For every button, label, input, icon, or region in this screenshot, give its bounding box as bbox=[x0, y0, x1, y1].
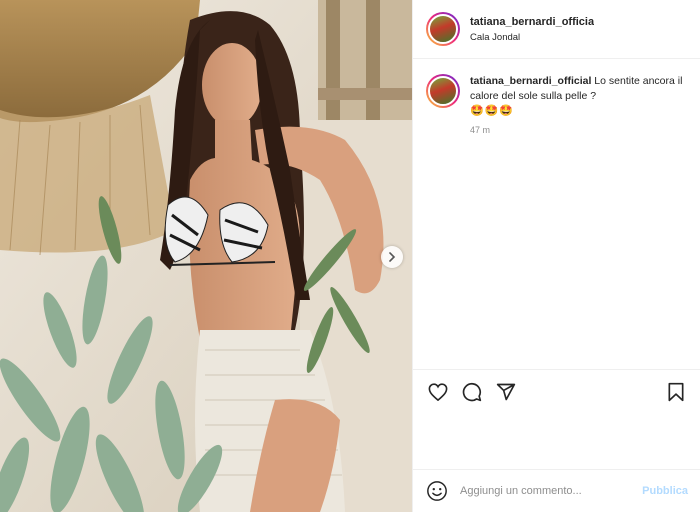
paper-plane-icon bbox=[496, 383, 516, 400]
instagram-post: tatiana_bernardi_official Cala Jondal ta… bbox=[0, 0, 700, 512]
action-bar bbox=[413, 369, 700, 413]
post-timestamp[interactable]: 47 m bbox=[470, 125, 687, 135]
post-photo[interactable] bbox=[0, 0, 412, 512]
caption-avatar[interactable] bbox=[426, 74, 460, 108]
like-button[interactable] bbox=[427, 381, 449, 403]
caption-username[interactable]: tatiana_bernardi_official bbox=[470, 75, 591, 87]
comment-icon bbox=[462, 382, 482, 401]
caption: tatiana_bernardi_official Lo sentite anc… bbox=[470, 74, 685, 119]
next-photo-button[interactable] bbox=[381, 246, 403, 268]
caption-row: tatiana_bernardi_official Lo sentite anc… bbox=[426, 74, 687, 119]
comment-button[interactable] bbox=[461, 381, 483, 403]
smiley-icon[interactable] bbox=[426, 480, 448, 502]
comments-section: tatiana_bernardi_official Lo sentite anc… bbox=[413, 59, 700, 512]
bookmark-icon bbox=[668, 382, 684, 401]
share-button[interactable] bbox=[495, 381, 517, 403]
comment-bar: Pubblica bbox=[413, 469, 700, 512]
caption-emojis: 🤩🤩🤩 bbox=[470, 105, 515, 117]
post-header: tatiana_bernardi_official Cala Jondal bbox=[413, 0, 700, 59]
publish-button[interactable]: Pubblica bbox=[642, 485, 688, 497]
post-sidebar: tatiana_bernardi_official Cala Jondal ta… bbox=[412, 0, 700, 512]
comment-input[interactable] bbox=[460, 485, 643, 497]
photo-illustration bbox=[0, 0, 412, 512]
chevron-right-icon bbox=[389, 252, 396, 262]
avatar[interactable] bbox=[426, 12, 460, 46]
location-link[interactable]: Cala Jondal bbox=[470, 32, 594, 43]
heart-icon bbox=[428, 382, 448, 401]
header-username[interactable]: tatiana_bernardi_official bbox=[470, 16, 594, 28]
save-button[interactable] bbox=[665, 381, 687, 403]
